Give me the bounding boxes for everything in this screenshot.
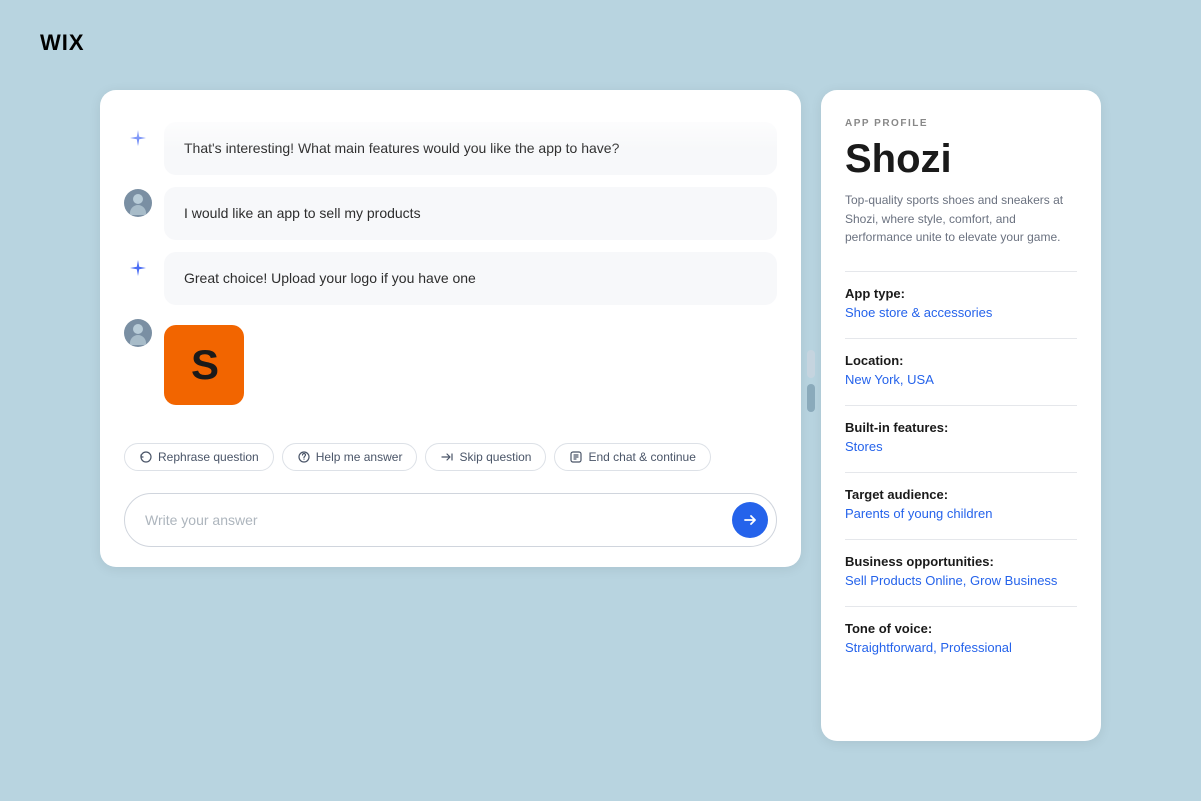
help-me-answer-button[interactable]: Help me answer (282, 443, 418, 471)
scroll-indicators (807, 350, 815, 412)
profile-name: Shozi (845, 137, 1077, 181)
rephrase-question-button[interactable]: Rephrase question (124, 443, 274, 471)
field-value-location: New York, USA (845, 372, 1077, 387)
profile-field-tone: Tone of voice: Straightforward, Professi… (845, 621, 1077, 655)
message-row-logo: S (124, 317, 777, 413)
chat-actions: Rephrase question Help me answer (100, 433, 801, 485)
user-message-1: I would like an app to sell my products (164, 187, 777, 240)
chat-panel: That's interesting! What main features w… (100, 90, 801, 567)
logo-upload-container: S (164, 317, 244, 413)
scroll-dot-1 (807, 350, 815, 378)
rephrase-label: Rephrase question (158, 450, 259, 464)
profile-divider-5 (845, 539, 1077, 540)
profile-description: Top-quality sports shoes and sneakers at… (845, 191, 1077, 247)
profile-divider-2 (845, 338, 1077, 339)
field-value-audience: Parents of young children (845, 506, 1077, 521)
user-avatar-1 (124, 189, 152, 217)
field-label-tone: Tone of voice: (845, 621, 1077, 636)
rephrase-icon (139, 450, 153, 464)
profile-field-app-type: App type: Shoe store & accessories (845, 286, 1077, 320)
field-label-location: Location: (845, 353, 1077, 368)
chat-fade-top (124, 110, 777, 150)
profile-field-features: Built-in features: Stores (845, 420, 1077, 454)
end-chat-label: End chat & continue (588, 450, 695, 464)
send-button[interactable] (732, 502, 768, 538)
profile-field-business: Business opportunities: Sell Products On… (845, 554, 1077, 588)
main-layout: That's interesting! What main features w… (100, 90, 1101, 741)
help-label: Help me answer (316, 450, 403, 464)
user-avatar-2 (124, 319, 152, 347)
wix-logo: WIX (40, 30, 85, 56)
field-label-app-type: App type: (845, 286, 1077, 301)
profile-divider-3 (845, 405, 1077, 406)
field-value-tone: Straightforward, Professional (845, 640, 1077, 655)
uploaded-logo: S (164, 325, 244, 405)
end-chat-button[interactable]: End chat & continue (554, 443, 710, 471)
profile-section-label: APP PROFILE (845, 118, 1077, 129)
profile-field-location: Location: New York, USA (845, 353, 1077, 387)
field-value-features: Stores (845, 439, 1077, 454)
chat-input-area (100, 485, 801, 567)
ai-avatar-2 (124, 254, 152, 282)
field-label-business: Business opportunities: (845, 554, 1077, 569)
field-value-business: Sell Products Online, Grow Business (845, 573, 1077, 588)
answer-input[interactable] (145, 512, 732, 528)
skip-icon (440, 450, 454, 464)
message-row: I would like an app to sell my products (124, 187, 777, 240)
field-value-app-type: Shoe store & accessories (845, 305, 1077, 320)
message-row: Great choice! Upload your logo if you ha… (124, 252, 777, 305)
profile-divider-6 (845, 606, 1077, 607)
field-label-audience: Target audience: (845, 487, 1077, 502)
skip-question-button[interactable]: Skip question (425, 443, 546, 471)
profile-divider (845, 271, 1077, 272)
chat-messages[interactable]: That's interesting! What main features w… (100, 90, 801, 433)
profile-divider-4 (845, 472, 1077, 473)
scroll-dot-2 (807, 384, 815, 412)
send-icon (742, 512, 758, 528)
ai-message-2: Great choice! Upload your logo if you ha… (164, 252, 777, 305)
sparkle-icon-2 (128, 258, 148, 278)
help-icon (297, 450, 311, 464)
skip-label: Skip question (459, 450, 531, 464)
input-wrapper (124, 493, 777, 547)
profile-panel: APP PROFILE Shozi Top-quality sports sho… (821, 90, 1101, 741)
field-label-features: Built-in features: (845, 420, 1077, 435)
end-chat-icon (569, 450, 583, 464)
profile-field-audience: Target audience: Parents of young childr… (845, 487, 1077, 521)
chat-panel-wrapper: That's interesting! What main features w… (100, 90, 801, 741)
